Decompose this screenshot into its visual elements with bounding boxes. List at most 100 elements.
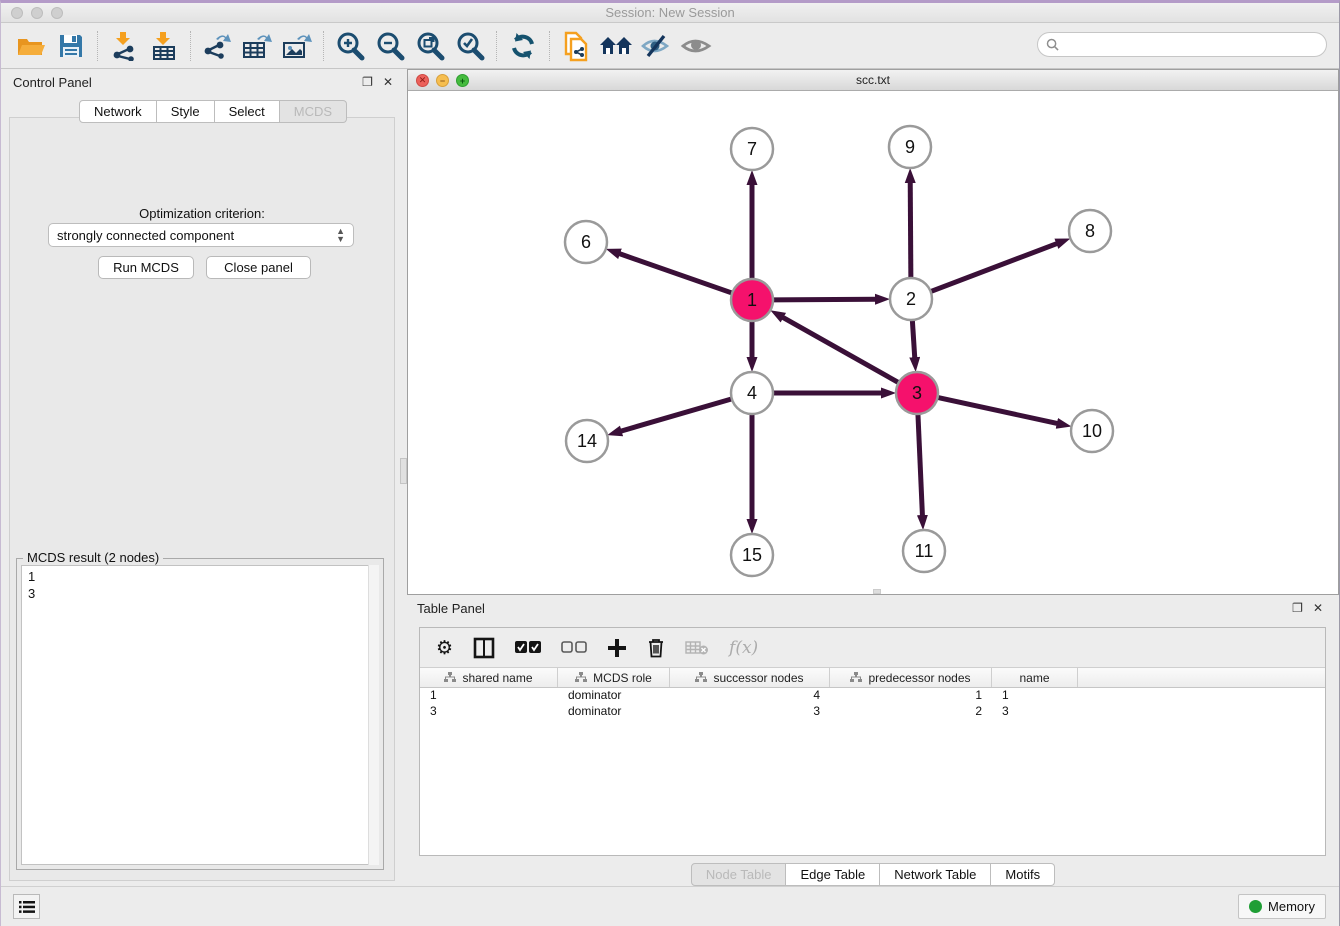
- cell-predecessor-nodes: 2: [830, 704, 992, 720]
- edge-2-3[interactable]: [912, 320, 914, 358]
- zoom-selected-icon[interactable]: [450, 29, 490, 63]
- cell-successor-nodes: 3: [670, 704, 830, 720]
- control-panel-title: Control Panel: [13, 75, 92, 90]
- tab-motifs[interactable]: Motifs: [991, 863, 1055, 886]
- sort-column-icon: [575, 672, 587, 683]
- mcds-result-list[interactable]: 1 3: [21, 565, 379, 865]
- edge-3-1[interactable]: [782, 317, 898, 383]
- function-builder-icon[interactable]: f(x): [729, 638, 758, 658]
- task-history-icon[interactable]: [13, 894, 40, 919]
- memory-status-icon: [1249, 900, 1262, 913]
- export-network-icon[interactable]: [197, 29, 237, 63]
- control-panel: Control Panel ❐ ✕ NetworkStyleSelectMCDS…: [3, 69, 403, 889]
- show-all-icon[interactable]: [676, 29, 716, 63]
- mcds-result-group: MCDS result (2 nodes) 1 3: [16, 558, 384, 870]
- table-row[interactable]: 3dominator323: [420, 704, 1325, 720]
- edge-4-14[interactable]: [621, 399, 732, 431]
- network-window-titlebar[interactable]: ✕ − + scc.txt: [408, 70, 1338, 91]
- node-label-7: 7: [747, 139, 757, 159]
- column-header-predecessor-nodes[interactable]: predecessor nodes: [830, 668, 992, 687]
- cell-MCDS-role: dominator: [558, 704, 670, 720]
- tab-network[interactable]: Network: [79, 100, 157, 123]
- tab-network-table[interactable]: Network Table: [880, 863, 991, 886]
- network-canvas[interactable]: 7968124314101511: [408, 91, 1338, 594]
- edge-1-2[interactable]: [773, 299, 876, 300]
- add-column-icon[interactable]: [607, 638, 627, 658]
- table-body: 1dominator4113dominator323: [420, 688, 1325, 720]
- float-table-panel-icon[interactable]: ❐: [1292, 602, 1303, 614]
- column-header-name[interactable]: name: [992, 668, 1078, 687]
- export-image-icon[interactable]: [277, 29, 317, 63]
- node-label-9: 9: [905, 137, 915, 157]
- window-title: Session: New Session: [1, 5, 1339, 20]
- import-network-icon[interactable]: [104, 29, 144, 63]
- tab-style[interactable]: Style: [157, 100, 215, 123]
- sort-column-icon: [695, 672, 707, 683]
- cell-predecessor-nodes: 1: [830, 688, 992, 704]
- zoom-out-icon[interactable]: [370, 29, 410, 63]
- result-scrollbar[interactable]: [368, 565, 379, 865]
- toolbar-separator: [190, 31, 191, 61]
- toolbar-separator: [97, 31, 98, 61]
- split-pane-handle[interactable]: [400, 458, 407, 484]
- mcds-result-title: MCDS result (2 nodes): [23, 550, 163, 565]
- settings-gear-icon[interactable]: ⚙: [436, 637, 453, 659]
- clone-network-icon[interactable]: [556, 29, 596, 63]
- delete-icon[interactable]: [647, 637, 665, 658]
- float-panel-icon[interactable]: ❐: [362, 76, 373, 88]
- search-input[interactable]: [1064, 38, 1326, 52]
- edge-3-11[interactable]: [918, 414, 923, 516]
- zoom-fit-icon[interactable]: [410, 29, 450, 63]
- node-label-8: 8: [1085, 221, 1095, 241]
- column-header-shared-name[interactable]: shared name: [420, 668, 558, 687]
- criterion-dropdown[interactable]: strongly connected component ▲▼: [48, 223, 354, 247]
- export-table-icon[interactable]: [237, 29, 277, 63]
- network-view-window: ✕ − + scc.txt 7968124314101511: [407, 69, 1339, 595]
- table-row[interactable]: 1dominator411: [420, 688, 1325, 704]
- edge-3-10[interactable]: [938, 397, 1058, 423]
- close-table-panel-icon[interactable]: ✕: [1313, 602, 1323, 614]
- memory-button[interactable]: Memory: [1238, 894, 1326, 919]
- mcds-panel: Optimization criterion: strongly connect…: [9, 117, 395, 881]
- save-session-icon[interactable]: [51, 29, 91, 63]
- close-panel-icon[interactable]: ✕: [383, 76, 393, 88]
- tab-edge-table[interactable]: Edge Table: [786, 863, 880, 886]
- refresh-icon[interactable]: [503, 29, 543, 63]
- column-header-MCDS-role[interactable]: MCDS role: [558, 668, 670, 687]
- cell-name: 3: [992, 704, 1078, 720]
- table-header-row: shared nameMCDS rolesuccessor nodesprede…: [420, 668, 1325, 688]
- network-window-title: scc.txt: [408, 73, 1338, 87]
- main-titlebar: Session: New Session: [1, 3, 1339, 23]
- column-layout-icon[interactable]: [473, 637, 495, 659]
- table-toolbar: ⚙ f(x): [420, 628, 1325, 668]
- canvas-resize-handle[interactable]: [873, 589, 881, 594]
- column-header-successor-nodes[interactable]: successor nodes: [670, 668, 830, 687]
- control-panel-tabs: NetworkStyleSelectMCDS: [79, 100, 347, 123]
- close-panel-button[interactable]: Close panel: [206, 256, 311, 279]
- first-neighbors-icon[interactable]: [596, 29, 636, 63]
- memory-label: Memory: [1268, 899, 1315, 914]
- node-label-2: 2: [906, 289, 916, 309]
- tab-select[interactable]: Select: [215, 100, 280, 123]
- run-mcds-button[interactable]: Run MCDS: [98, 256, 194, 279]
- open-file-icon[interactable]: [11, 29, 51, 63]
- import-table-icon[interactable]: [144, 29, 184, 63]
- tab-node-table[interactable]: Node Table: [691, 863, 787, 886]
- delete-table-icon[interactable]: [685, 640, 709, 656]
- zoom-in-icon[interactable]: [330, 29, 370, 63]
- edge-2-8[interactable]: [931, 243, 1058, 291]
- deselect-all-icon[interactable]: [561, 641, 587, 654]
- edge-2-9[interactable]: [910, 182, 911, 278]
- hide-selected-icon[interactable]: [636, 29, 676, 63]
- criterion-value: strongly connected component: [57, 228, 336, 243]
- edge-1-6[interactable]: [619, 254, 732, 294]
- table-tabs: Node TableEdge TableNetwork TableMotifs: [407, 863, 1339, 886]
- node-label-3: 3: [912, 383, 922, 403]
- tab-mcds[interactable]: MCDS: [280, 100, 347, 123]
- cell-shared-name: 3: [420, 704, 558, 720]
- node-label-1: 1: [747, 290, 757, 310]
- network-graph: 7968124314101511: [408, 91, 1338, 594]
- toolbar-separator: [496, 31, 497, 61]
- select-all-icon[interactable]: [515, 641, 541, 654]
- search-box[interactable]: [1037, 32, 1327, 57]
